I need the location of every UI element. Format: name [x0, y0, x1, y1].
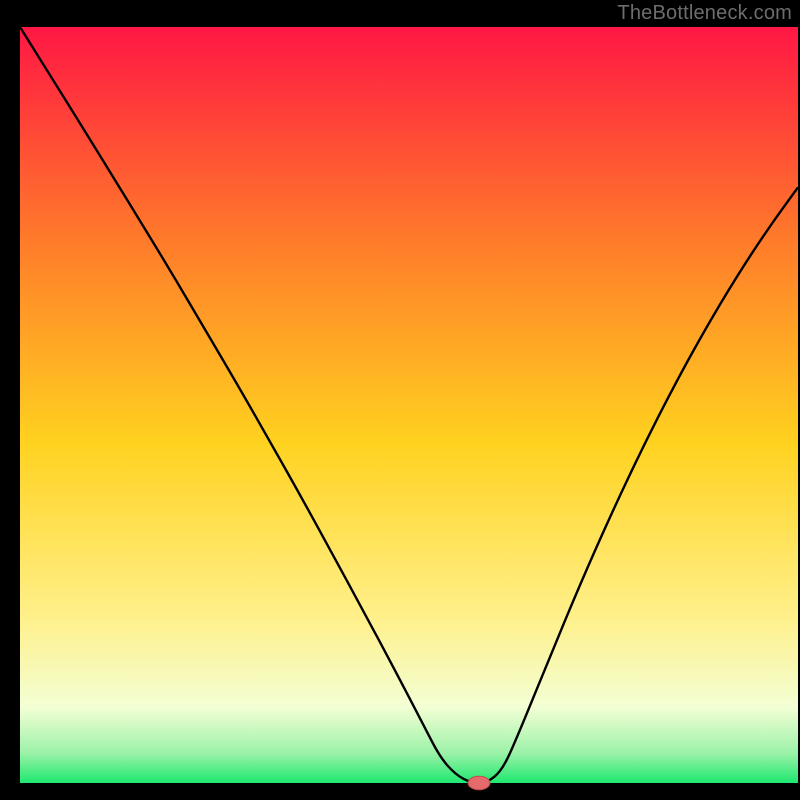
chart-frame: TheBottleneck.com — [0, 0, 800, 800]
optimum-marker — [468, 776, 490, 790]
gradient-background — [20, 27, 798, 783]
bottleneck-chart — [0, 0, 800, 800]
watermark-text: TheBottleneck.com — [617, 2, 792, 25]
